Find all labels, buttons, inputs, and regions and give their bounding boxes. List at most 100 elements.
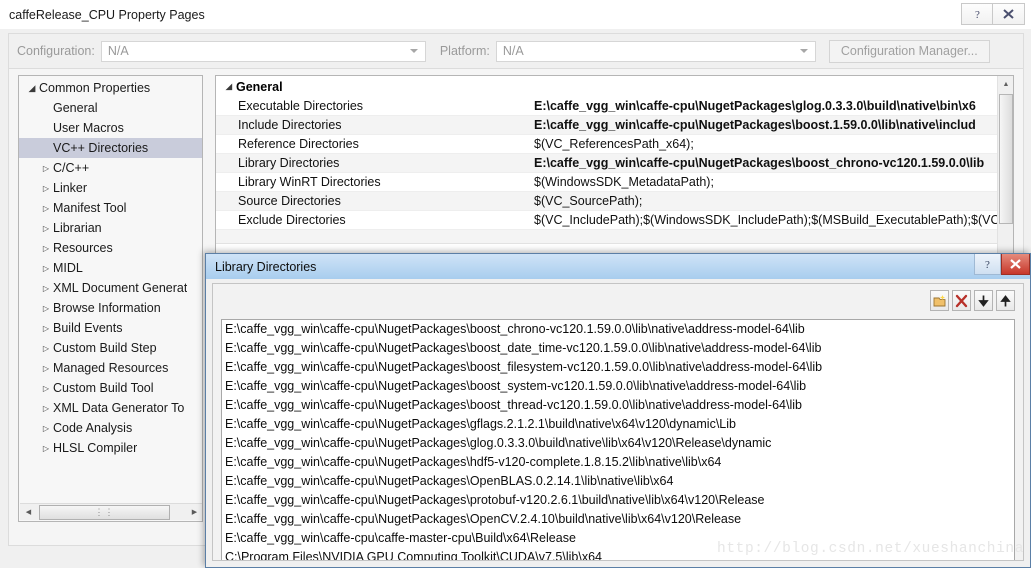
sidebar-item-custom-build-tool[interactable]: ▷ Custom Build Tool [19,378,202,398]
triangle-right-icon[interactable]: ▷ [39,424,53,433]
sidebar-item-label: Linker [53,181,88,195]
sidebar-item-code-analysis[interactable]: ▷ Code Analysis [19,418,202,438]
dialog-titlebar: Library Directories ? [206,254,1030,279]
list-item[interactable]: E:\caffe_vgg_win\caffe-cpu\NugetPackages… [222,377,1014,396]
sidebar-item-build-events[interactable]: ▷ Build Events [19,318,202,338]
property-row[interactable]: Source Directories $(VC_SourcePath); [216,192,997,211]
triangle-down-icon[interactable]: ◢ [25,83,39,94]
sidebar-item-common-properties[interactable]: ◢ Common Properties [19,78,202,98]
sidebar-item-hlsl-compiler[interactable]: ▷ HLSL Compiler [19,438,202,458]
property-value[interactable]: $(WindowsSDK_MetadataPath); [534,175,997,189]
sidebar-item-linker[interactable]: ▷ Linker [19,178,202,198]
property-value[interactable]: $(VC_SourcePath); [534,194,997,208]
triangle-right-icon[interactable]: ▷ [39,304,53,313]
property-row[interactable]: Reference Directories $(VC_ReferencesPath… [216,135,997,154]
sidebar-item-resources[interactable]: ▷ Resources [19,238,202,258]
property-row[interactable]: Exclude Directories $(VC_IncludePath);$(W… [216,211,997,230]
property-value[interactable]: $(VC_IncludePath);$(WindowsSDK_IncludePa… [534,213,997,227]
directories-list[interactable]: E:\caffe_vgg_win\caffe-cpu\NugetPackages… [221,319,1015,560]
triangle-right-icon[interactable]: ▷ [39,184,53,193]
triangle-right-icon[interactable]: ▷ [39,444,53,453]
list-item[interactable]: E:\caffe_vgg_win\caffe-cpu\NugetPackages… [222,415,1014,434]
list-item[interactable]: E:\caffe_vgg_win\caffe-cpu\NugetPackages… [222,396,1014,415]
sidebar-item-librarian[interactable]: ▷ Librarian [19,218,202,238]
platform-value: N/A [502,44,524,58]
sidebar-item-label: Manifest Tool [53,201,127,215]
tree-scroll-thumb[interactable]: ⋮⋮ [39,504,170,520]
triangle-right-icon[interactable]: ▷ [39,344,53,353]
dialog-body: E:\caffe_vgg_win\caffe-cpu\NugetPackages… [212,283,1024,561]
window-button-group: ? [961,3,1025,25]
property-row[interactable]: Library WinRT Directories $(WindowsSDK_Me… [216,173,997,192]
list-item[interactable]: E:\caffe_vgg_win\caffe-cpu\NugetPackages… [222,510,1014,529]
triangle-right-icon[interactable]: ▷ [39,384,53,393]
close-icon [1010,259,1021,269]
sidebar-item-vc-directories[interactable]: VC++ Directories [19,138,202,158]
triangle-right-icon[interactable]: ▷ [39,324,53,333]
sidebar-item-label: HLSL Compiler [53,441,138,455]
sidebar-item-custom-build-step[interactable]: ▷ Custom Build Step [19,338,202,358]
sidebar-item-general[interactable]: General [19,98,202,118]
grid-category-label: General [236,79,283,94]
dialog-close-button[interactable] [1001,254,1030,275]
grid-category-header[interactable]: ◢ General [216,76,997,97]
property-value[interactable]: E:\caffe_vgg_win\caffe-cpu\NugetPackages… [534,118,997,132]
property-row[interactable]: Include Directories E:\caffe_vgg_win\caff… [216,116,997,135]
sidebar-item-browse-information[interactable]: ▷ Browse Information [19,298,202,318]
delete-x-icon [955,294,968,307]
tree-horizontal-scrollbar[interactable]: ◀ ⋮⋮ ▶ [20,503,202,520]
property-name: Reference Directories [238,137,359,151]
list-item[interactable]: E:\caffe_vgg_win\caffe-cpu\NugetPackages… [222,453,1014,472]
triangle-right-icon[interactable]: ▷ [39,364,53,373]
sidebar-item-midl[interactable]: ▷ MIDL [19,258,202,278]
delete-button[interactable] [952,290,971,311]
property-value[interactable]: E:\caffe_vgg_win\caffe-cpu\NugetPackages… [534,156,997,170]
sidebar-item-user-macros[interactable]: User Macros [19,118,202,138]
sidebar-item-managed-resources[interactable]: ▷ Managed Resources [19,358,202,378]
list-item[interactable]: E:\caffe_vgg_win\caffe-cpu\NugetPackages… [222,434,1014,453]
close-button[interactable] [993,3,1025,25]
sidebar-item-xml-data-generator-to[interactable]: ▷ XML Data Generator To [19,398,202,418]
move-down-button[interactable] [974,290,993,311]
triangle-right-icon[interactable]: ▷ [39,404,53,413]
sidebar-item-xml-document-generat[interactable]: ▷ XML Document Generat [19,278,202,298]
list-item[interactable]: E:\caffe_vgg_win\caffe-cpu\NugetPackages… [222,320,1014,339]
property-row[interactable]: Executable Directories E:\caffe_vgg_win\c… [216,97,997,116]
triangle-right-icon[interactable]: ▷ [39,264,53,273]
configuration-manager-button[interactable]: Configuration Manager... [828,39,990,63]
list-item[interactable]: E:\caffe_vgg_win\caffe-cpu\NugetPackages… [222,339,1014,358]
list-item[interactable]: E:\caffe_vgg_win\caffe-cpu\NugetPackages… [222,472,1014,491]
list-item[interactable]: E:\caffe_vgg_win\caffe-cpu\NugetPackages… [222,358,1014,377]
property-value[interactable]: E:\caffe_vgg_win\caffe-cpu\NugetPackages… [534,99,997,113]
grid-scroll-thumb[interactable] [999,94,1013,224]
sidebar-item-c-c[interactable]: ▷ C/C++ [19,158,202,178]
triangle-right-icon[interactable]: ▷ [39,244,53,253]
close-icon [1003,9,1014,19]
property-name: Source Directories [238,194,341,208]
platform-label: Platform: [439,44,490,58]
move-up-button[interactable] [996,290,1015,311]
sidebar-item-manifest-tool[interactable]: ▷ Manifest Tool [19,198,202,218]
scroll-left-icon[interactable]: ◀ [20,505,37,520]
property-value[interactable]: $(VC_ReferencesPath_x64); [534,137,997,151]
question-mark-icon: ? [985,259,990,270]
triangle-right-icon[interactable]: ▷ [39,204,53,213]
dialog-help-button[interactable]: ? [974,254,1001,275]
platform-dropdown[interactable]: N/A [495,40,816,62]
property-row[interactable]: Library Directories E:\caffe_vgg_win\caff… [216,154,997,173]
configuration-value: N/A [107,44,129,58]
list-item[interactable]: E:\caffe_vgg_win\caffe-cpu\NugetPackages… [222,491,1014,510]
scroll-right-icon[interactable]: ▶ [186,505,202,520]
scroll-up-icon[interactable]: ▲ [998,76,1013,93]
triangle-right-icon[interactable]: ▷ [39,164,53,173]
triangle-right-icon[interactable]: ▷ [39,284,53,293]
sidebar-item-label: XML Document Generat [53,281,188,295]
sidebar-item-label: Custom Build Tool [53,381,154,395]
triangle-down-icon[interactable]: ◢ [222,82,236,91]
configuration-dropdown[interactable]: N/A [100,40,426,62]
property-name: Include Directories [238,118,342,132]
triangle-right-icon[interactable]: ▷ [39,224,53,233]
tree-scroll-track[interactable]: ⋮⋮ [37,504,186,520]
help-button[interactable]: ? [961,3,993,25]
new-line-button[interactable] [930,290,949,311]
